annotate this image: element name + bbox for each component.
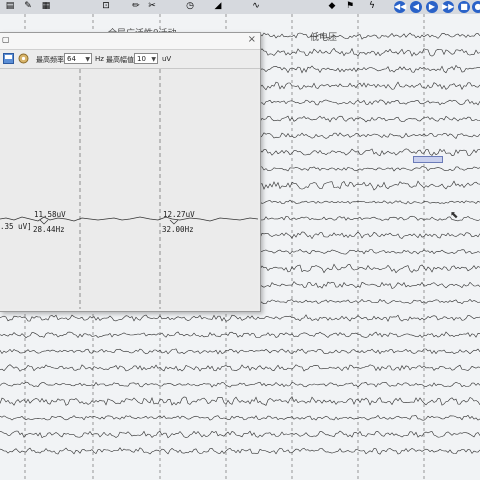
tool-icon[interactable]: ✎ xyxy=(22,1,34,12)
eeg-channel-trace xyxy=(0,331,480,339)
first-page-button[interactable]: ◀◀ xyxy=(394,1,406,13)
grid-icon[interactable]: ▦ xyxy=(40,1,52,12)
eeg-channel-trace xyxy=(0,396,480,406)
record-button[interactable]: ● xyxy=(472,1,480,13)
spectrum-window-titlebar[interactable]: ▢ × xyxy=(0,33,260,50)
main-toolbar: ▤ ✎ ▦ ⊡ ✏ ✂ ◷ ◢ ∿ ◆ ⚑ ϟ ◀◀ ◀ ▶ ▶▶ ■ ● xyxy=(0,0,480,15)
eeg-channel-trace xyxy=(0,430,480,439)
export-icon[interactable] xyxy=(3,53,14,64)
wave-icon[interactable]: ∿ xyxy=(250,1,262,12)
chevron-down-icon: ▼ xyxy=(85,56,90,63)
max-amp-value: 10 xyxy=(137,55,146,63)
spectrum-plot: .35 uV] 11.58uV 28.44Hz 12.27uV 32.00Hz xyxy=(0,69,258,309)
eeg-channel-trace xyxy=(0,314,480,322)
close-icon[interactable]: × xyxy=(248,34,256,45)
max-freq-select[interactable]: 64 ▼ xyxy=(64,53,92,64)
max-freq-label: 最高频率 xyxy=(36,56,64,64)
eeg-channel-trace xyxy=(0,348,480,355)
page-icon[interactable]: ▤ xyxy=(4,1,16,12)
max-amp-unit: uV xyxy=(162,55,172,63)
prev-page-button[interactable]: ◀ xyxy=(410,1,422,13)
flag-icon[interactable]: ⚑ xyxy=(344,1,356,12)
pen-icon[interactable]: ✏ xyxy=(130,1,142,12)
eeg-channel-trace xyxy=(0,414,480,421)
max-amp-select[interactable]: 10 ▼ xyxy=(134,53,158,64)
clock-icon[interactable]: ◷ xyxy=(184,1,196,12)
mark-icon[interactable]: ⊡ xyxy=(100,1,112,12)
spectrum-window: ▢ × 最高频率 64 ▼ Hz 最高幅值 10 ▼ uV .35 uV] 11… xyxy=(0,32,261,312)
peak-marker xyxy=(169,219,179,225)
ruler-icon[interactable]: ◢ xyxy=(212,1,224,12)
chevron-down-icon: ▼ xyxy=(151,56,156,63)
stop-button[interactable]: ■ xyxy=(458,1,470,13)
next-page-button[interactable]: ▶ xyxy=(426,1,438,13)
last-page-button[interactable]: ▶▶ xyxy=(442,1,454,13)
eeg-channel-trace xyxy=(0,447,480,455)
annotation-low-voltage: 低电压 xyxy=(310,33,338,43)
max-freq-value: 64 xyxy=(67,55,76,63)
peak-marker xyxy=(39,219,49,225)
palette-icon[interactable]: ◆ xyxy=(326,1,338,12)
scissors-icon[interactable]: ✂ xyxy=(146,1,158,12)
lightning-icon[interactable]: ϟ xyxy=(366,1,378,12)
mouse-cursor-icon: ⬉ xyxy=(450,210,459,221)
max-amp-label: 最高幅值 xyxy=(106,56,134,64)
event-marker[interactable] xyxy=(413,156,443,163)
eeg-channel-trace xyxy=(0,364,480,372)
spectrum-toolbar: 最高频率 64 ▼ Hz 最高幅值 10 ▼ uV xyxy=(0,50,260,69)
peak-2-amp: 12.27uV xyxy=(163,210,195,219)
peak-1-amp: 11.58uV xyxy=(34,210,66,219)
eeg-channel-trace xyxy=(0,381,480,388)
peak-1-freq: 28.44Hz xyxy=(33,225,65,234)
peak-2-freq: 32.00Hz xyxy=(162,225,194,234)
max-freq-unit: Hz xyxy=(95,55,104,63)
settings-icon[interactable] xyxy=(18,53,29,64)
spectrum-curve xyxy=(0,69,258,309)
window-icon: ▢ xyxy=(2,35,10,44)
left-amp-label: .35 uV] xyxy=(0,222,32,231)
